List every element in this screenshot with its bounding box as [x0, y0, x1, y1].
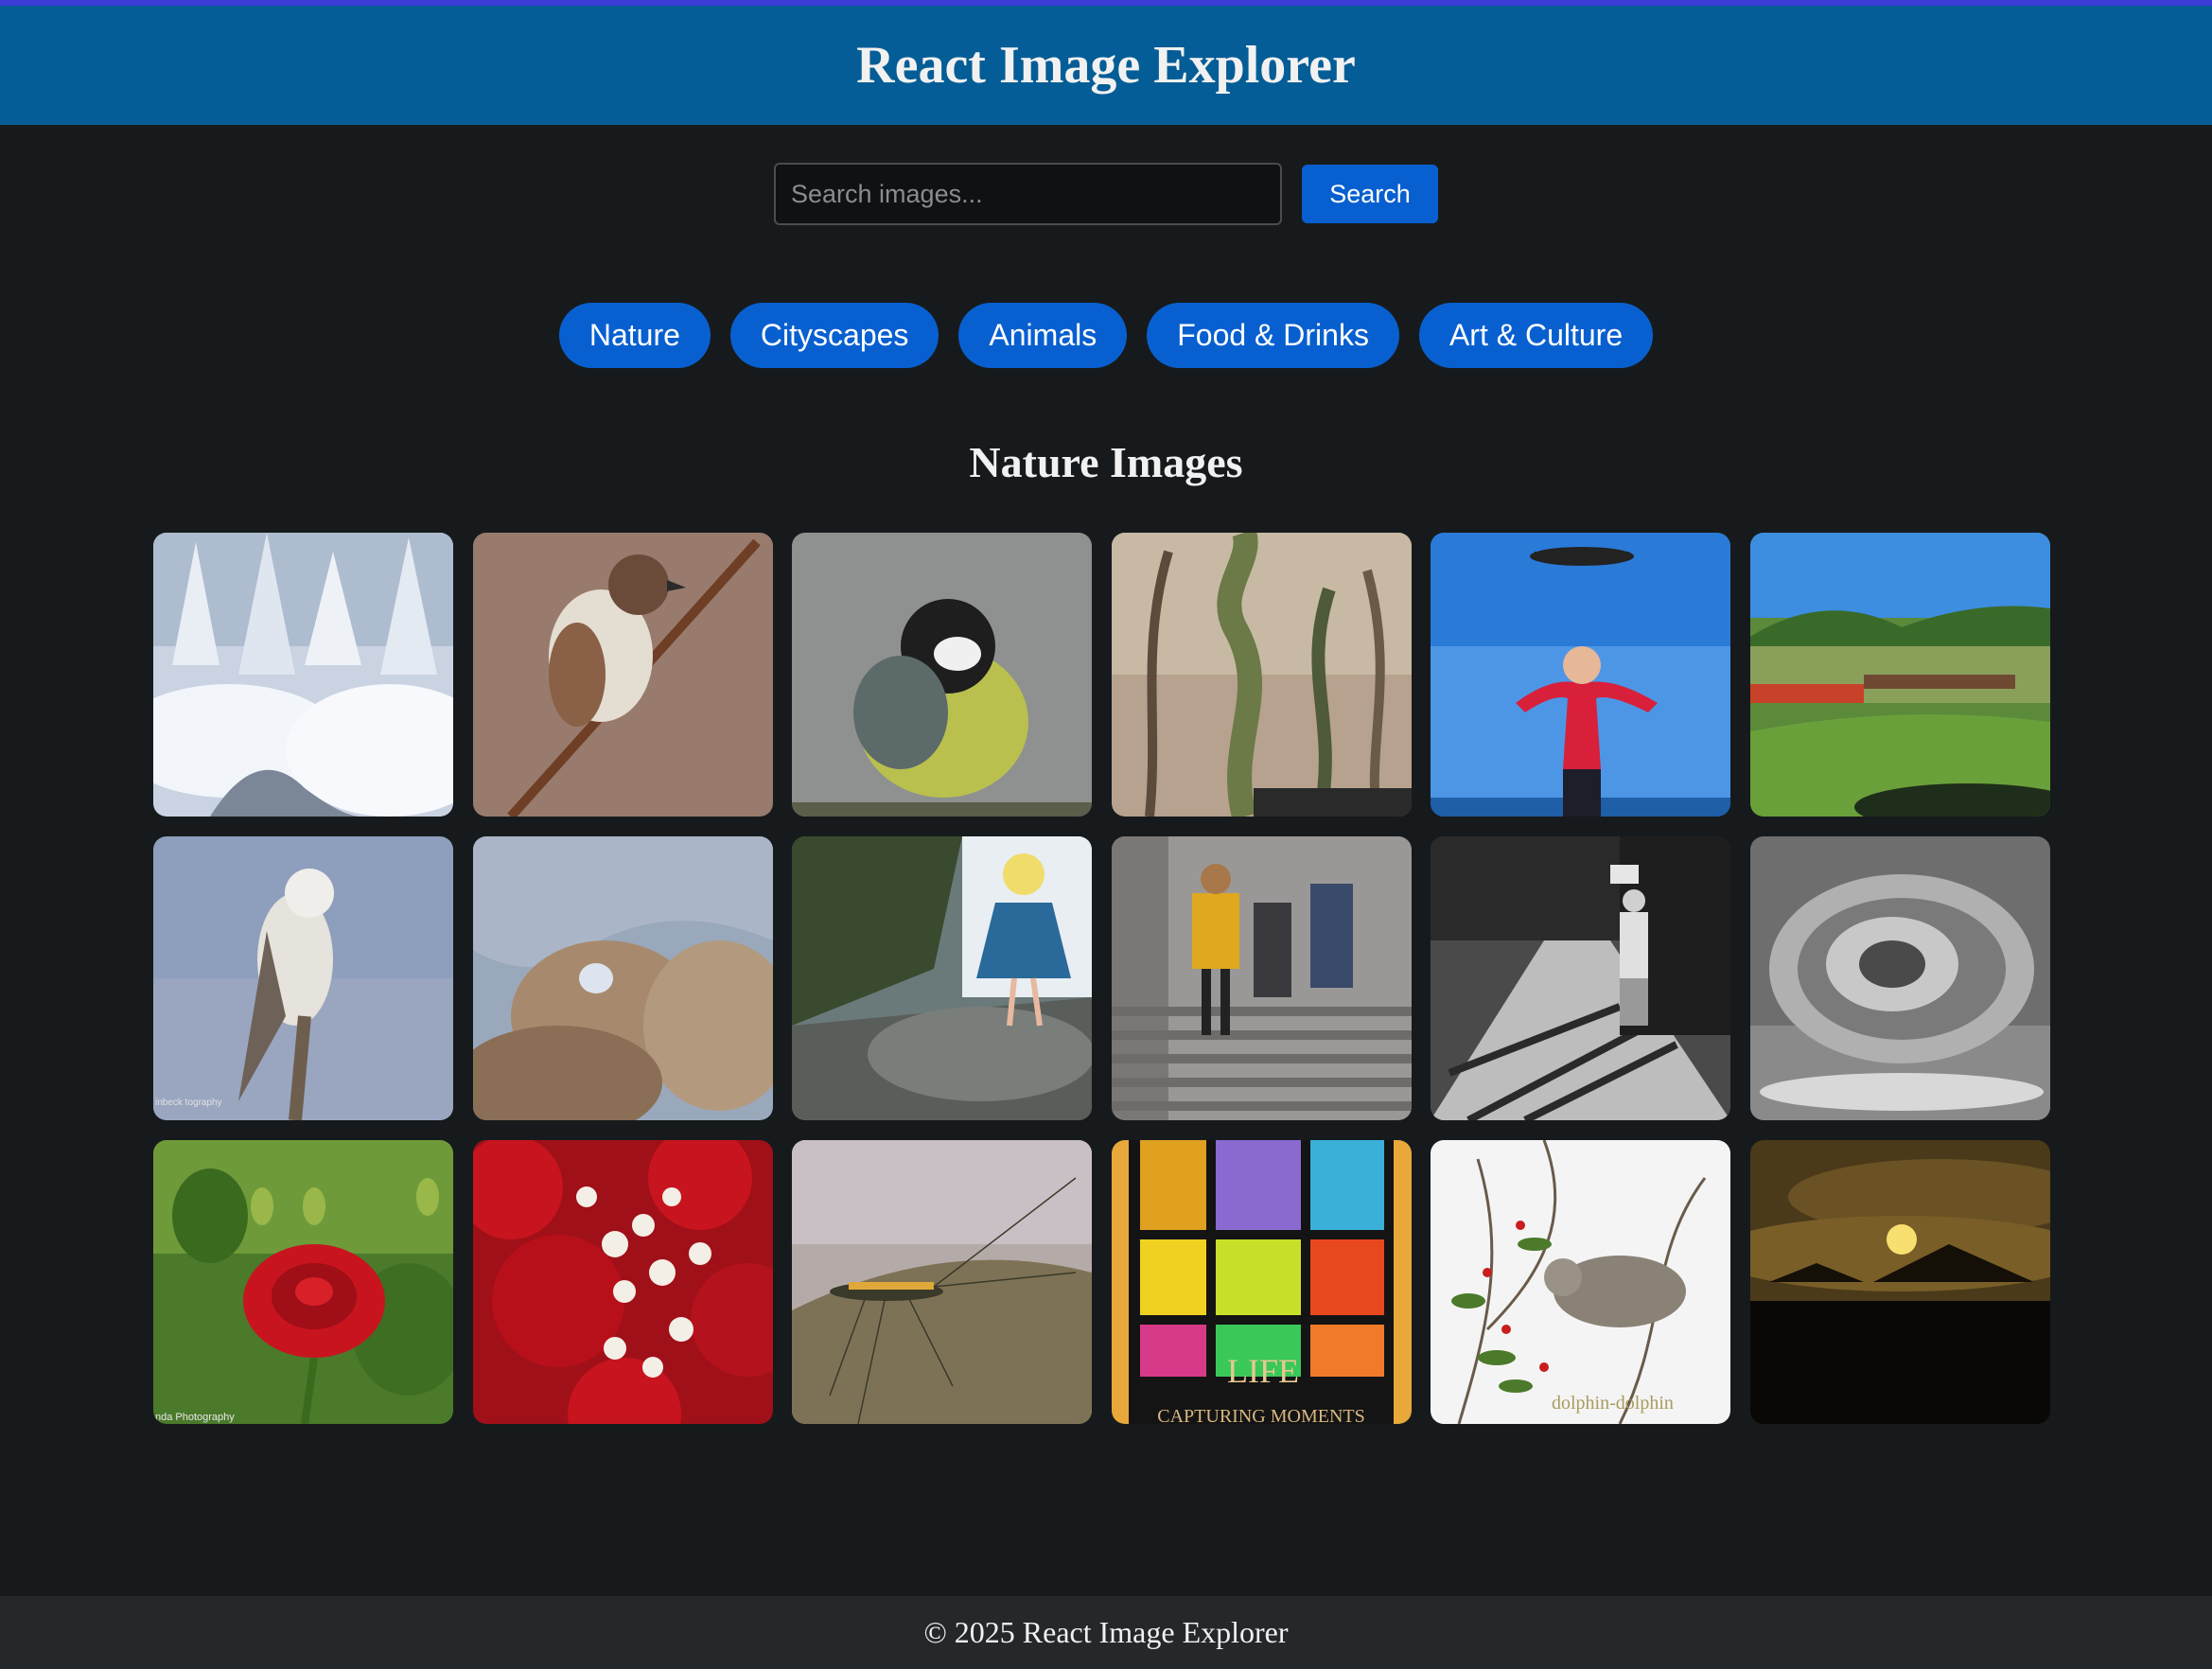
image-grid: inbeck tography nda Photography LIFE CAP… — [153, 533, 2050, 1424]
image-tile-snowy-forest[interactable] — [153, 533, 453, 817]
stained-glass-image: LIFE CAPTURING MOMENTS — [1111, 1140, 1412, 1424]
watermark: dolphin-dolphin — [1552, 1393, 1674, 1414]
image-tile-bw-dahlia[interactable] — [1749, 836, 2050, 1120]
image-tile-sunset-silhouette[interactable] — [1749, 1140, 2050, 1424]
gallery-title: Nature Images — [969, 438, 1243, 486]
image-tile-bw-street[interactable] — [1431, 836, 1731, 1120]
app-header: React Image Explorer — [0, 6, 2212, 125]
sunset-silhouette-image — [1749, 1140, 2050, 1424]
woman-cliff-image — [792, 836, 1093, 1120]
twisted-trees-image — [1111, 533, 1412, 817]
bird-mistletoe-image: dolphin-dolphin — [1431, 1140, 1731, 1424]
search-input[interactable] — [774, 163, 1282, 225]
image-tile-insect-rock[interactable] — [792, 1140, 1093, 1424]
image-tile-sparrow[interactable] — [472, 533, 773, 817]
people-stairs-image — [1111, 836, 1412, 1120]
rock-arch-image — [472, 836, 773, 1120]
image-tile-great-tit[interactable] — [792, 533, 1093, 817]
category-food-drinks-button[interactable]: Food & Drinks — [1147, 302, 1399, 368]
image-tile-red-rose[interactable]: nda Photography — [153, 1140, 453, 1424]
image-tile-train-countryside[interactable] — [1749, 533, 2050, 817]
train-countryside-image — [1749, 533, 2050, 817]
great-tit-image — [792, 533, 1093, 817]
image-tile-girl-jumping[interactable] — [1431, 533, 1731, 817]
category-art-culture-button[interactable]: Art & Culture — [1418, 302, 1654, 368]
image-tile-woman-cliff[interactable] — [792, 836, 1093, 1120]
search-button[interactable]: Search — [1302, 165, 1438, 223]
image-tile-rock-arch[interactable] — [472, 836, 773, 1120]
art-caption-life: LIFE — [1227, 1352, 1299, 1390]
girl-jumping-image — [1431, 533, 1731, 817]
image-tile-stained-glass[interactable]: LIFE CAPTURING MOMENTS — [1111, 1140, 1412, 1424]
watermark-line1: inbeck tography — [155, 1098, 222, 1108]
sparrow-image — [472, 533, 773, 817]
search-bar: Search — [0, 162, 2212, 226]
image-tile-kite-bird[interactable]: inbeck tography — [153, 836, 453, 1120]
image-tile-people-stairs[interactable] — [1111, 836, 1412, 1120]
red-rose-image: nda Photography — [153, 1140, 453, 1424]
app-title: React Image Explorer — [856, 36, 1356, 95]
roses-bouquet-image — [472, 1140, 773, 1424]
category-cityscapes-button[interactable]: Cityscapes — [729, 302, 939, 368]
image-tile-twisted-trees[interactable] — [1111, 533, 1412, 817]
app-footer: © 2025 React Image Explorer — [0, 1596, 2212, 1669]
snowy-forest-image — [153, 533, 453, 817]
insect-rock-image — [792, 1140, 1093, 1424]
footer-copyright: © 2025 React Image Explorer — [923, 1615, 1289, 1649]
watermark: nda Photography — [155, 1412, 235, 1423]
category-animals-button[interactable]: Animals — [958, 302, 1128, 368]
bw-dahlia-image — [1749, 836, 2050, 1120]
bw-street-image — [1431, 836, 1731, 1120]
category-nature-button[interactable]: Nature — [558, 302, 711, 368]
image-tile-bird-mistletoe[interactable]: dolphin-dolphin — [1431, 1140, 1731, 1424]
image-tile-roses-bouquet[interactable] — [472, 1140, 773, 1424]
kite-bird-image: inbeck tography — [153, 836, 453, 1120]
art-caption-moments: CAPTURING MOMENTS — [1157, 1406, 1364, 1424]
category-filter-bar: Nature Cityscapes Animals Food & Drinks … — [0, 302, 2212, 368]
